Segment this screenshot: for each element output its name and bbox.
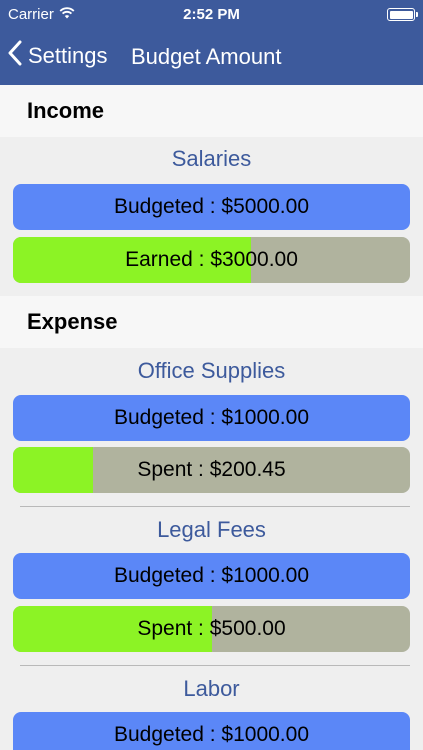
spent-label-legal-fees: Spent : $500.00 xyxy=(137,617,286,640)
header: Carrier 2:52 PM Settings Budget Amount xyxy=(0,0,423,85)
spent-bar-office-supplies[interactable]: Spent : $200.45 xyxy=(13,447,410,493)
budgeted-bar-office-supplies[interactable]: Budgeted : $1000.00 xyxy=(13,395,410,441)
budgeted-bar-salaries[interactable]: Budgeted : $5000.00 xyxy=(13,184,410,230)
status-time: 2:52 PM xyxy=(183,6,240,23)
category-title-salaries[interactable]: Salaries xyxy=(0,146,423,172)
spent-label-office-supplies: Spent : $200.45 xyxy=(137,458,286,481)
row-separator xyxy=(20,665,410,666)
page-title: Budget Amount xyxy=(131,44,282,69)
back-button[interactable]: Settings xyxy=(8,40,108,72)
category-title-legal-fees[interactable]: Legal Fees xyxy=(0,517,423,543)
section-header-income: Income xyxy=(0,85,423,137)
earned-label-salaries: Earned : $3000.00 xyxy=(125,248,298,271)
earned-bar-salaries[interactable]: Earned : $3000.00 xyxy=(13,237,410,283)
back-button-label: Settings xyxy=(28,43,108,68)
category-title-office-supplies[interactable]: Office Supplies xyxy=(0,358,423,384)
budgeted-label-office-supplies: Budgeted : $1000.00 xyxy=(113,406,309,429)
spent-bar-legal-fees[interactable]: Spent : $500.00 xyxy=(13,606,410,652)
status-bar: Carrier 2:52 PM xyxy=(0,0,423,30)
section-header-expense: Expense xyxy=(0,296,423,348)
category-title-labor[interactable]: Labor xyxy=(0,676,423,702)
budgeted-bar-labor[interactable]: Budgeted : $1000.00 xyxy=(13,712,410,750)
battery-icon xyxy=(387,8,418,21)
budgeted-label-legal-fees: Budgeted : $1000.00 xyxy=(113,564,309,587)
budgeted-label-salaries: Budgeted : $5000.00 xyxy=(113,195,309,218)
navigation-bar: Settings Budget Amount xyxy=(0,30,423,85)
chevron-left-icon xyxy=(8,40,22,72)
row-separator xyxy=(20,506,410,507)
budgeted-bar-legal-fees[interactable]: Budgeted : $1000.00 xyxy=(13,553,410,599)
budgeted-label-labor: Budgeted : $1000.00 xyxy=(113,723,309,746)
